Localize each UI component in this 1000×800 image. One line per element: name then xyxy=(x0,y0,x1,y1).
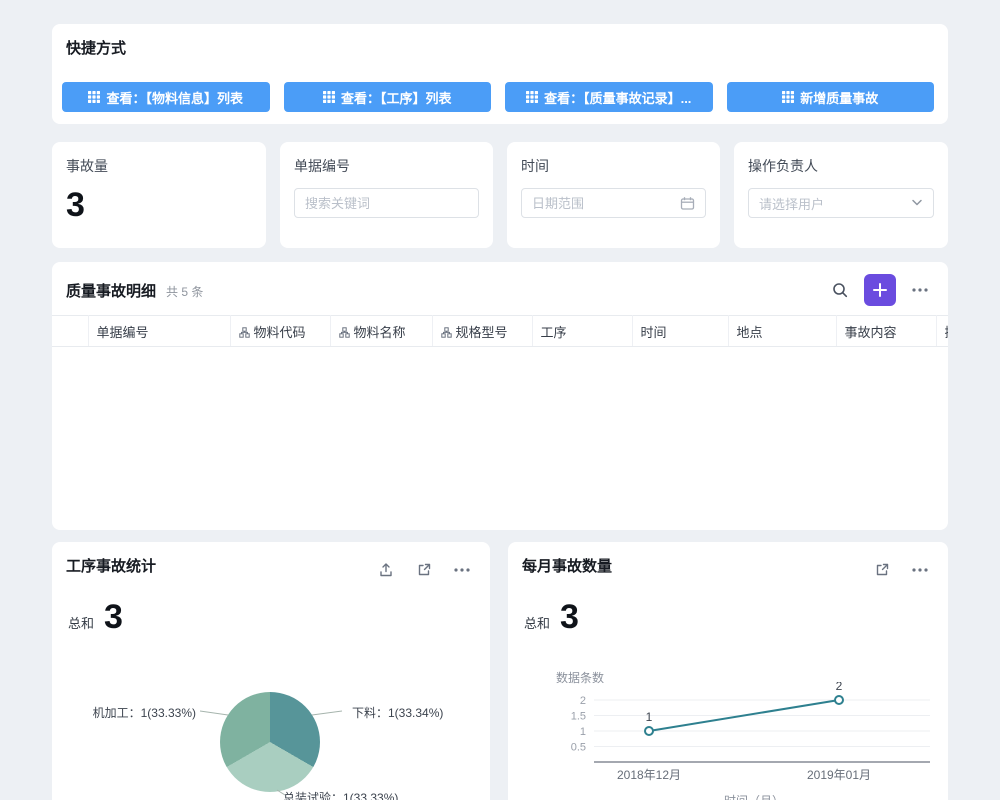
accident-count-value: 3 xyxy=(66,186,85,225)
column-header[interactable]: 物料代码 xyxy=(230,316,330,347)
column-header[interactable]: 操作负责人 xyxy=(936,316,948,347)
svg-text:1: 1 xyxy=(580,726,586,738)
pie-card-toolbar xyxy=(374,558,474,582)
pie-label-assembly-test: 总装试验：1(33.33%) xyxy=(283,789,398,800)
line-more-button[interactable] xyxy=(908,558,932,582)
doc-number-filter-card: 单据编号 xyxy=(280,142,493,248)
search-icon xyxy=(831,281,849,299)
table-toolbar xyxy=(828,274,932,306)
pie-sum-label: 总和 xyxy=(68,613,94,632)
shortcut-button-label: 查看：【物料信息】列表 xyxy=(106,88,243,107)
line-sum: 总和 3 xyxy=(524,598,579,637)
line-x-axis-title: 时间（月） xyxy=(564,792,944,800)
table-record-count: 共 5 条 xyxy=(166,283,203,300)
svg-text:2: 2 xyxy=(836,682,843,693)
column-header[interactable]: 物料名称 xyxy=(330,316,432,347)
date-range-input[interactable] xyxy=(532,196,680,211)
dashboard-page: 快捷方式 查看：【物料信息】列表 查看：【工序】列表 查看：【质量事故记录】... 新… xyxy=(0,0,1000,800)
save-image-button[interactable] xyxy=(374,558,398,582)
pie-chart xyxy=(220,692,320,792)
svg-text:2018年12月: 2018年12月 xyxy=(617,768,681,782)
time-filter-card: 时间 xyxy=(507,142,720,248)
column-header[interactable]: 时间 xyxy=(632,316,728,347)
column-header[interactable]: 规格型号 xyxy=(432,316,532,347)
svg-text:1.5: 1.5 xyxy=(571,711,586,723)
time-filter-label: 时间 xyxy=(521,157,549,175)
shortcut-button[interactable]: 新增质量事故 xyxy=(727,82,935,112)
monthly-count-card: 每月事故数量 总和 3 xyxy=(508,542,948,800)
shortcuts-card: 快捷方式 查看：【物料信息】列表 查看：【工序】列表 查看：【质量事故记录】... 新… xyxy=(52,24,948,124)
relation-icon xyxy=(239,327,250,338)
doc-number-filter-label: 单据编号 xyxy=(294,157,350,175)
table-header-bar: 质量事故明细 共 5 条 xyxy=(66,280,203,301)
shortcut-button-label: 查看：【工序】列表 xyxy=(341,88,452,107)
relation-icon xyxy=(441,327,452,338)
shortcut-button-label: 查看：【质量事故记录】... xyxy=(544,88,691,107)
column-header[interactable]: 单据编号 xyxy=(88,316,230,347)
column-header[interactable]: 工序 xyxy=(532,316,632,347)
table-title: 质量事故明细 xyxy=(66,280,156,301)
more-actions-button[interactable] xyxy=(908,278,932,302)
grid-icon xyxy=(323,91,335,103)
svg-text:0.5: 0.5 xyxy=(571,742,586,754)
svg-text:1: 1 xyxy=(646,710,653,724)
shortcuts-title: 快捷方式 xyxy=(66,40,126,58)
add-record-button[interactable] xyxy=(864,274,896,306)
accident-count-card: 事故量 3 xyxy=(52,142,266,248)
pie-label-blanking: 下料：1(33.34%) xyxy=(352,704,443,721)
pie-sum: 总和 3 xyxy=(68,598,123,637)
grid-icon xyxy=(88,91,100,103)
line-card-toolbar xyxy=(870,558,932,582)
open-in-new-button[interactable] xyxy=(870,558,894,582)
relation-icon xyxy=(339,327,350,338)
line-card-title: 每月事故数量 xyxy=(522,558,612,576)
doc-number-search-box xyxy=(294,188,479,218)
ellipsis-icon xyxy=(911,561,929,579)
date-range-box xyxy=(521,188,706,218)
pie-more-button[interactable] xyxy=(450,558,474,582)
column-header[interactable]: 地点 xyxy=(728,316,836,347)
grid-icon xyxy=(782,91,794,103)
ellipsis-icon xyxy=(453,561,471,579)
shortcut-buttons: 查看：【物料信息】列表 查看：【工序】列表 查看：【质量事故记录】... 新增质量事故 xyxy=(62,82,934,112)
open-in-new-icon xyxy=(416,562,432,578)
pie-label-machining: 机加工：1(33.33%) xyxy=(93,704,196,721)
accident-detail-card: 质量事故明细 共 5 条 xyxy=(52,262,948,530)
shortcut-button[interactable]: 查看：【工序】列表 xyxy=(284,82,492,112)
accident-count-label: 事故量 xyxy=(66,157,108,175)
row-number-header xyxy=(52,316,88,347)
doc-number-search-input[interactable] xyxy=(305,196,468,211)
line-chart: 0.5 1 1.5 2 1 2018年12月 2 2019年01月 xyxy=(564,682,944,792)
line-sum-value: 3 xyxy=(560,598,579,637)
svg-text:2019年01月: 2019年01月 xyxy=(807,768,871,782)
shortcut-button[interactable]: 查看：【质量事故记录】... xyxy=(505,82,713,112)
chevron-down-icon xyxy=(911,199,923,207)
user-select-placeholder: 请选择用户 xyxy=(759,194,911,213)
ellipsis-icon xyxy=(911,281,929,299)
open-in-new-icon xyxy=(874,562,890,578)
calendar-icon[interactable] xyxy=(680,196,695,211)
pie-sum-value: 3 xyxy=(104,598,123,637)
table-header-row: 单据编号物料代码物料名称规格型号工序时间地点事故内容操作负责人 xyxy=(52,316,948,347)
shortcut-button[interactable]: 查看：【物料信息】列表 xyxy=(62,82,270,112)
shortcut-button-label: 新增质量事故 xyxy=(800,88,878,107)
open-in-new-button[interactable] xyxy=(412,558,436,582)
svg-text:2: 2 xyxy=(580,695,586,707)
user-select[interactable]: 请选择用户 xyxy=(748,188,934,218)
search-button[interactable] xyxy=(828,278,852,302)
column-header[interactable]: 事故内容 xyxy=(836,316,936,347)
grid-icon xyxy=(526,91,538,103)
table-scroll-area[interactable]: 单据编号物料代码物料名称规格型号工序时间地点事故内容操作负责人 xyxy=(52,315,948,530)
line-sum-label: 总和 xyxy=(524,613,550,632)
process-stats-card: 工序事故统计 xyxy=(52,542,490,800)
accident-table: 单据编号物料代码物料名称规格型号工序时间地点事故内容操作负责人 xyxy=(52,315,948,347)
operator-filter-card: 操作负责人 请选择用户 xyxy=(734,142,948,248)
plus-icon xyxy=(873,283,887,297)
pie-card-title: 工序事故统计 xyxy=(66,558,156,576)
save-image-icon xyxy=(378,562,394,578)
operator-filter-label: 操作负责人 xyxy=(748,157,818,175)
